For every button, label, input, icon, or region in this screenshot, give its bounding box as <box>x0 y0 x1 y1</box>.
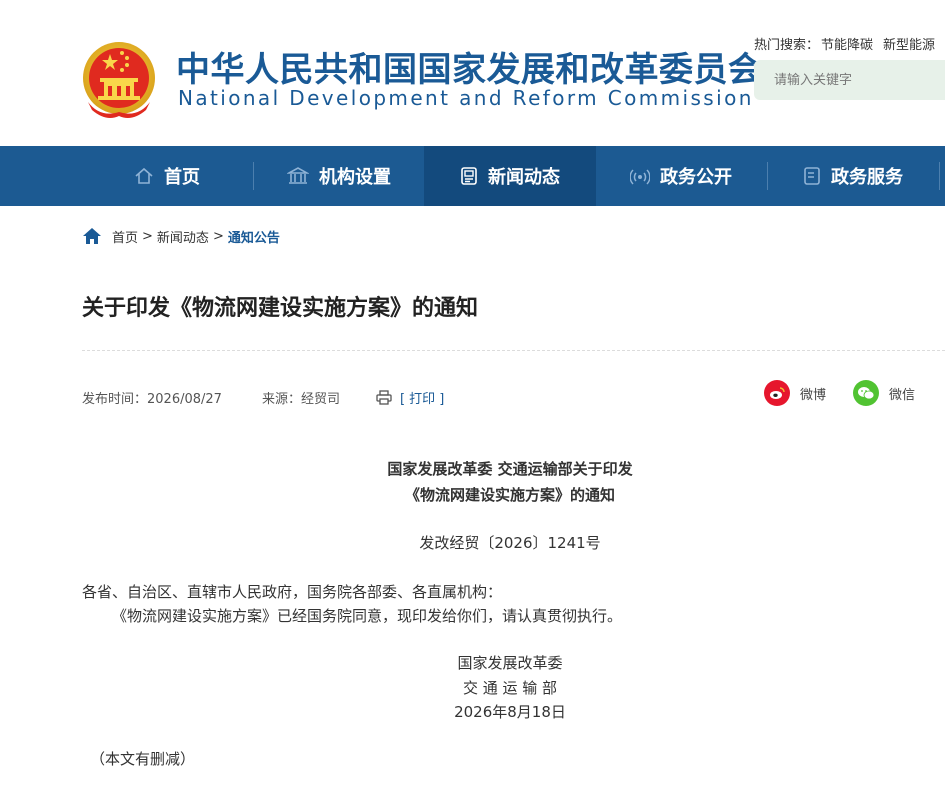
site-title-cn[interactable]: 中华人民共和国国家发展和改革委员会 <box>176 50 763 90</box>
breadcrumb-separator: > <box>142 228 153 244</box>
publish-time: 发布时间：2026/08/27 <box>82 392 222 407</box>
body-paragraph: 《物流网建设实施方案》已经国务院同意，现印发给你们，请认真贯彻执行。 <box>112 607 623 625</box>
article-source: 来源：经贸司 <box>261 392 340 407</box>
sign-date: 2026年8月18日 <box>454 703 566 721</box>
nav-item-label: 机构设置 <box>319 167 391 188</box>
main-nav: 首页 机构设置 新闻动态 政务公开 政务服务 <box>0 146 945 206</box>
institution-icon <box>287 167 309 184</box>
print-label: [ 打印 ] <box>399 392 445 407</box>
breadcrumb-current[interactable]: 通知公告 <box>228 227 280 246</box>
nav-item-label: 政务服务 <box>831 167 903 188</box>
page-title: 关于印发《物流网建设实施方案》的通知 <box>82 296 479 321</box>
home-icon <box>135 167 153 184</box>
signatory-mot: 交 通 运 输 部 <box>462 679 558 697</box>
doc-heading-line2: 《物流网建设实施方案》的通知 <box>404 486 615 504</box>
printer-icon <box>376 390 392 405</box>
hot-search-label: 热门搜索： <box>754 38 820 53</box>
site-title-en[interactable]: National Development and Reform Commissi… <box>178 86 754 110</box>
hot-search: 热门搜索： 节能降碳 新型能源 <box>754 34 935 53</box>
weibo-icon <box>764 380 790 406</box>
news-icon <box>461 167 477 185</box>
hot-keyword-link[interactable]: 新型能源 <box>883 38 935 53</box>
nav-item-news[interactable]: 新闻动态 <box>424 146 596 206</box>
national-emblem-icon[interactable] <box>80 40 158 120</box>
nav-item-label: 首页 <box>164 167 200 188</box>
breadcrumb: 首页 > 新闻动态 > 通知公告 <box>82 226 280 246</box>
search-box <box>754 60 945 100</box>
nav-item-label: 政务公开 <box>660 167 732 188</box>
breadcrumb-separator: > <box>212 228 224 244</box>
document-icon <box>804 167 820 185</box>
broadcast-icon <box>630 169 650 185</box>
search-input[interactable] <box>754 60 945 100</box>
abridged-note: （本文有删减） <box>90 750 196 768</box>
doc-heading-line1: 国家发展改革委 交通运输部关于印发 <box>387 460 633 478</box>
nav-divider <box>939 162 940 190</box>
share-weibo-label: 微博 <box>800 387 827 403</box>
wechat-icon <box>853 380 879 406</box>
doc-number: 发改经贸〔2026〕1241号 <box>419 534 601 552</box>
nav-item-home[interactable]: 首页 <box>82 146 252 206</box>
addressee: 各省、自治区、直辖市人民政府，国务院各部委、各直属机构： <box>82 583 503 601</box>
breadcrumb-news-link[interactable]: 新闻动态 <box>157 227 209 246</box>
nav-item-gov-affairs[interactable]: 政务公开 <box>596 146 766 206</box>
share-wechat-label: 微信 <box>889 387 916 403</box>
share-weibo[interactable]: 微博 <box>764 380 826 406</box>
nav-item-institutions[interactable]: 机构设置 <box>254 146 424 206</box>
nav-item-label: 新闻动态 <box>488 167 560 188</box>
breadcrumb-home-link[interactable]: 首页 <box>112 227 138 246</box>
site-header: 中华人民共和国国家发展和改革委员会 National Development a… <box>0 0 945 146</box>
article-meta: 发布时间：2026/08/27 来源：经贸司 [ 打印 ] <box>82 388 444 407</box>
print-button[interactable]: [ 打印 ] <box>376 388 444 407</box>
nav-item-gov-services[interactable]: 政务服务 <box>768 146 938 206</box>
home-icon[interactable] <box>82 227 102 245</box>
share-wechat[interactable]: 微信 <box>853 380 915 406</box>
signatory-ndrc: 国家发展改革委 <box>457 654 563 672</box>
title-divider <box>82 350 945 351</box>
hot-keyword-link[interactable]: 节能降碳 <box>821 38 873 53</box>
